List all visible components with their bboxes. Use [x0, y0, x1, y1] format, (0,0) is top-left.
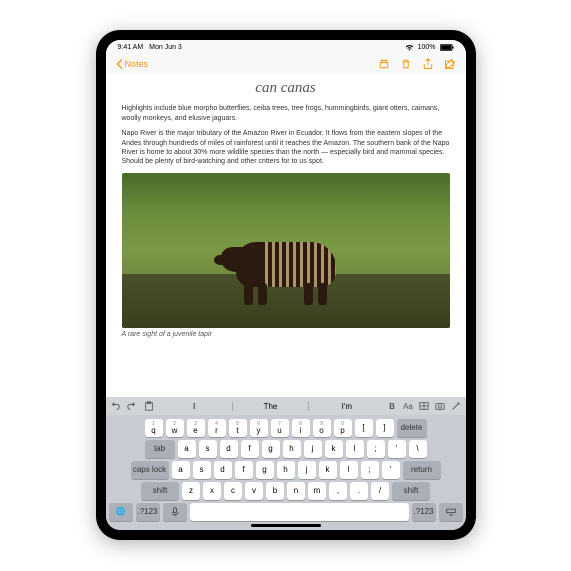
note-title: can canas — [122, 78, 450, 98]
key-b[interactable]: b — [266, 482, 284, 500]
key-e[interactable]: 3e — [187, 419, 205, 437]
key-s[interactable]: s — [193, 461, 211, 479]
key-apostrophe[interactable]: ' — [382, 461, 400, 479]
key-u[interactable]: 7u — [271, 419, 289, 437]
status-date: Mon Jun 3 — [149, 44, 182, 51]
key-/[interactable]: / — [371, 482, 389, 500]
key-numeric-right[interactable]: .?123 — [412, 503, 436, 521]
attachment-icon[interactable] — [378, 58, 390, 70]
key-v[interactable]: v — [245, 482, 263, 500]
table-icon[interactable] — [419, 401, 430, 412]
key-,[interactable]: , — [329, 482, 347, 500]
key-capslock[interactable]: caps lock — [131, 461, 169, 479]
key-g[interactable]: g — [256, 461, 274, 479]
key-m[interactable]: m — [308, 482, 326, 500]
key-a[interactable]: a — [172, 461, 190, 479]
nav-bar: Notes — [106, 54, 466, 74]
key-f[interactable]: f — [241, 440, 259, 458]
key-c[interactable]: c — [224, 482, 242, 500]
key-space[interactable] — [190, 503, 409, 521]
key-return[interactable]: return — [403, 461, 441, 479]
note-paragraph-2: Napo River is the major tributary of the… — [122, 129, 450, 167]
format-group: B Aa — [387, 401, 462, 412]
undo-icon[interactable] — [110, 401, 121, 412]
trash-icon[interactable] — [400, 58, 412, 70]
wifi-icon — [405, 44, 414, 51]
note-paragraph-1: Highlights include blue morpho butterfli… — [122, 104, 450, 123]
key-o[interactable]: 9o — [313, 419, 331, 437]
status-right: 100% — [405, 44, 454, 51]
key-numeric-left[interactable]: .?123 — [136, 503, 160, 521]
key-l[interactable]: l — [346, 440, 364, 458]
battery-icon — [440, 44, 454, 51]
key-delete[interactable]: delete — [397, 419, 427, 437]
nav-actions — [378, 58, 456, 70]
suggestion-2[interactable]: The — [232, 402, 308, 411]
key-g[interactable]: g — [262, 440, 280, 458]
key-\[interactable]: \ — [409, 440, 427, 458]
key-k[interactable]: k — [325, 440, 343, 458]
clipboard-icon[interactable] — [144, 401, 155, 412]
suggestion-words: I The I'm — [157, 402, 385, 411]
home-indicator[interactable] — [251, 524, 321, 527]
markup-icon[interactable] — [451, 401, 462, 412]
suggestion-1[interactable]: I — [157, 402, 232, 411]
textsize-icon[interactable]: Aa — [403, 401, 414, 412]
camera-icon[interactable] — [435, 401, 446, 412]
key-mic[interactable] — [163, 503, 187, 521]
battery-label: 100% — [418, 44, 436, 51]
ipad-device: 9:41 AM Mon Jun 3 100% Notes — [96, 30, 476, 540]
status-bar: 9:41 AM Mon Jun 3 100% — [106, 40, 466, 54]
status-left: 9:41 AM Mon Jun 3 — [118, 44, 182, 51]
note-image[interactable] — [122, 173, 450, 328]
key-l[interactable]: l — [340, 461, 358, 479]
key-r[interactable]: 4r — [208, 419, 226, 437]
screen: 9:41 AM Mon Jun 3 100% Notes — [106, 40, 466, 530]
undo-group — [110, 401, 155, 412]
key-s[interactable]: s — [199, 440, 217, 458]
key-t[interactable]: 5t — [229, 419, 247, 437]
key-shift-left[interactable]: shift — [141, 482, 179, 500]
key-p[interactable]: 0p — [334, 419, 352, 437]
compose-icon[interactable] — [444, 58, 456, 70]
key-'[interactable]: ' — [388, 440, 406, 458]
key-f[interactable]: f — [235, 461, 253, 479]
key-;[interactable]: ; — [367, 440, 385, 458]
keyboard-suggestion-bar: I The I'm B Aa — [106, 397, 466, 415]
keyboard: 1q2w3e4r5t6y7u8i9o0p[]delete tabasdfghjk… — [106, 415, 466, 530]
key-x[interactable]: x — [203, 482, 221, 500]
back-label: Notes — [125, 59, 149, 69]
key-q[interactable]: 1q — [145, 419, 163, 437]
share-icon[interactable] — [422, 58, 434, 70]
key-n[interactable]: n — [287, 482, 305, 500]
key-h[interactable]: h — [277, 461, 295, 479]
note-content[interactable]: can canas Highlights include blue morpho… — [106, 74, 466, 397]
key-k[interactable]: k — [319, 461, 337, 479]
image-caption: A rare sight of a juvenile tapir — [122, 330, 450, 339]
key-j[interactable]: j — [304, 440, 322, 458]
key-][interactable]: ] — [376, 419, 394, 437]
back-button[interactable]: Notes — [116, 59, 149, 69]
key-.[interactable]: . — [350, 482, 368, 500]
redo-icon[interactable] — [127, 401, 138, 412]
key-z[interactable]: z — [182, 482, 200, 500]
key-d[interactable]: d — [220, 440, 238, 458]
key-w[interactable]: 2w — [166, 419, 184, 437]
key-d[interactable]: d — [214, 461, 232, 479]
key-hide-keyboard[interactable] — [439, 503, 463, 521]
suggestion-3[interactable]: I'm — [308, 402, 384, 411]
key-j[interactable]: j — [298, 461, 316, 479]
key-y[interactable]: 6y — [250, 419, 268, 437]
key-globe[interactable]: 🌐 — [109, 503, 133, 521]
key-shift-right[interactable]: shift — [392, 482, 430, 500]
bold-icon[interactable]: B — [387, 401, 398, 412]
key-h[interactable]: h — [283, 440, 301, 458]
key-semicolon[interactable]: ; — [361, 461, 379, 479]
key-i[interactable]: 8i — [292, 419, 310, 437]
key-[[interactable]: [ — [355, 419, 373, 437]
key-a[interactable]: a — [178, 440, 196, 458]
status-time: 9:41 AM — [118, 44, 144, 51]
key-tab[interactable]: tab — [145, 440, 175, 458]
